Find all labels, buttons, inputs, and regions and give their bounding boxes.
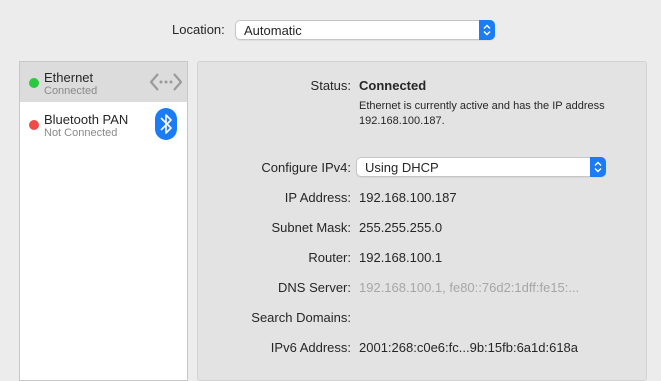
service-item-ethernet[interactable]: Ethernet Connected: [20, 62, 187, 102]
location-bar: Location: Automatic: [0, 0, 661, 60]
status-dot-red: [29, 120, 39, 130]
status-description: Ethernet is currently active and has the…: [359, 100, 605, 127]
configure-ipv4-label: Configure IPv4:: [261, 160, 351, 175]
subnet-mask-value: 255.255.255.0: [359, 220, 443, 235]
status-label: Status:: [310, 78, 351, 93]
dns-server-label: DNS Server:: [278, 280, 351, 295]
search-domains-label: Search Domains:: [251, 310, 351, 325]
subnet-mask-label: Subnet Mask:: [271, 220, 352, 235]
service-list: Ethernet Connected Bluetooth PAN Not Con…: [19, 61, 188, 381]
service-item-bluetooth-pan[interactable]: Bluetooth PAN Not Connected: [20, 104, 187, 144]
status-dot-green: [29, 78, 39, 88]
service-name: Bluetooth PAN: [44, 112, 129, 127]
ip-address-value: 192.168.100.187: [359, 190, 457, 205]
ethernet-arrows-icon: [149, 71, 183, 98]
ipv6-address-label: IPv6 Address:: [270, 340, 351, 355]
chevron-updown-icon: [479, 20, 495, 40]
configure-ipv4-select[interactable]: Using DHCP: [356, 157, 606, 177]
chevron-updown-icon: [590, 157, 606, 177]
status-value: Connected: [359, 78, 427, 93]
service-status: Connected: [44, 85, 98, 97]
service-name: Ethernet: [44, 70, 94, 85]
ip-address-label: IP Address:: [284, 190, 351, 205]
router-value: 192.168.100.1: [359, 250, 443, 265]
bluetooth-icon: [155, 108, 177, 145]
ipv6-address-value: 2001:268:c0e6:fc...9b:15fb:6a1d:618a: [359, 340, 579, 355]
service-status: Not Connected: [44, 127, 118, 139]
location-label: Location:: [172, 22, 225, 37]
router-label: Router:: [308, 250, 351, 265]
location-value: Automatic: [244, 23, 302, 38]
dns-server-value: 192.168.100.1, fe80::76d2:1dff:fe15:...: [359, 280, 580, 295]
configure-ipv4-value: Using DHCP: [365, 160, 439, 175]
location-select[interactable]: Automatic: [235, 20, 495, 40]
